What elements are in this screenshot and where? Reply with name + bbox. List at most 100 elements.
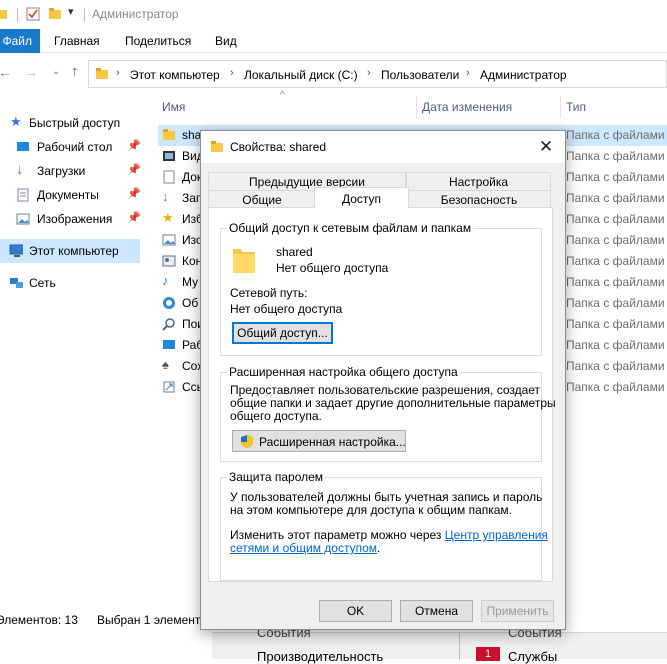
pin-icon[interactable]: 📌 (127, 163, 141, 176)
download-icon: ↓ (16, 161, 24, 178)
dialog-titlebar[interactable]: Свойства: shared ✕ (201, 131, 565, 163)
links-icon (163, 381, 175, 393)
network-sharing-group: Общий доступ к сетевым файлам и папкам s… (220, 221, 542, 356)
nav-item-downloads[interactable]: ↓ Загрузки 📌 (0, 159, 141, 183)
navigation-pane: ★ Быстрый доступ Рабочий стол 📌 ↓ Загруз… (0, 96, 150, 606)
documents-icon (17, 188, 29, 202)
dialog-title: Свойства: shared (230, 140, 327, 154)
advanced-desc-line: общего доступа. (230, 409, 322, 423)
column-type[interactable]: Тип (566, 100, 586, 114)
chevron-right-icon: › (116, 67, 120, 79)
nav-item-label: Сеть (29, 276, 56, 290)
video-icon (163, 151, 175, 161)
desktop-icon (163, 340, 175, 349)
network-icon (10, 278, 23, 288)
column-name[interactable]: Имя (162, 100, 185, 114)
tab-view[interactable]: Вид (215, 29, 237, 53)
item-count: Элементов: 13 (0, 613, 78, 627)
network-center-link[interactable]: Центр управления (445, 528, 548, 542)
chevron-right-icon: › (466, 67, 470, 79)
new-folder-icon[interactable] (48, 7, 62, 21)
file-type: Папка с файлами (566, 296, 665, 310)
nav-item-this-pc[interactable]: Этот компьютер (0, 239, 140, 263)
breadcrumb-admin[interactable]: Администратор (480, 68, 567, 82)
breadcrumb-users[interactable]: Пользователи (381, 68, 459, 82)
change-setting-text: сетями и общим доступом. (230, 541, 380, 555)
address-bar: ← → ⌄ ↑ › Этот компьютер › Локальный дис… (0, 58, 667, 90)
close-button[interactable]: ✕ (535, 137, 557, 157)
file-name: sha (182, 128, 202, 142)
advanced-desc-line: общие папки и задает другие дополнительн… (230, 396, 556, 410)
file-type: Папка с файлами (566, 128, 665, 142)
nav-item-label: Изображения (37, 212, 113, 226)
nav-item-desktop[interactable]: Рабочий стол 📌 (0, 135, 141, 159)
cancel-button[interactable]: Отмена (400, 600, 473, 622)
close-icon: ✕ (538, 137, 554, 156)
star-icon: ★ (10, 114, 22, 129)
share-button[interactable]: Общий доступ... (232, 322, 333, 344)
tab-sharing[interactable]: Доступ (314, 187, 409, 208)
uac-shield-icon (241, 435, 253, 448)
password-desc-line: на этом компьютере для доступа к общим п… (230, 503, 513, 517)
advanced-desc-line: Предоставляет пользовательские разрешени… (230, 383, 541, 397)
file-type: Папка с файлами (566, 380, 665, 394)
properties-dialog: Свойства: shared ✕ Предыдущие версии Нас… (200, 130, 566, 630)
network-center-link[interactable]: сетями и общим доступом (230, 541, 377, 555)
breadcrumb-disk[interactable]: Локальный диск (C:) (244, 68, 358, 82)
pin-icon[interactable]: 📌 (127, 211, 141, 224)
divider (84, 8, 85, 22)
explorer-titlebar: ▾ Администратор (0, 0, 667, 29)
folder-sharing-status: Нет общего доступа (276, 261, 389, 275)
documents-icon (163, 170, 175, 184)
pictures-icon (16, 213, 30, 225)
recent-dropdown-icon[interactable]: ⌄ (52, 66, 60, 77)
column-divider[interactable] (560, 96, 561, 118)
file-type: Папка с файлами (566, 170, 665, 184)
apply-button[interactable]: Применить (481, 600, 554, 622)
network-path-value: Нет общего доступа (230, 302, 343, 316)
file-type: Папка с файлами (566, 338, 665, 352)
file-type: Папка с файлами (566, 359, 665, 373)
window-title: Администратор (92, 7, 179, 21)
tab-security[interactable]: Безопасность (407, 190, 551, 208)
nav-item-network[interactable]: Сеть (0, 271, 140, 295)
pin-icon[interactable]: 📌 (127, 187, 141, 200)
nav-item-documents[interactable]: Документы 📌 (0, 183, 141, 207)
up-icon[interactable]: ↑ (71, 63, 79, 80)
file-name: Му (182, 275, 199, 289)
folder-icon (211, 141, 223, 152)
column-divider[interactable] (416, 96, 417, 118)
onedrive-icon (163, 297, 175, 309)
bg-item: Службы (508, 649, 558, 664)
tab-share[interactable]: Поделиться (125, 29, 191, 53)
tab-file[interactable]: Файл (0, 29, 40, 53)
forward-icon[interactable]: → (24, 64, 38, 80)
background-window: События Производительность События 1 Слу… (212, 625, 667, 664)
address-input[interactable]: › Этот компьютер › Локальный диск (C:) ›… (88, 60, 667, 88)
folder-icon (163, 129, 175, 140)
tab-home[interactable]: Главная (54, 29, 100, 53)
change-setting-suffix: . (377, 541, 381, 555)
contacts-icon (162, 255, 176, 267)
change-setting-prefix: Изменить этот параметр можно через (230, 528, 445, 542)
advanced-sharing-button[interactable]: Расширенная настройка... (232, 430, 406, 452)
ok-button[interactable]: OK (319, 600, 392, 622)
nav-item-pictures[interactable]: Изображения 📌 (0, 207, 141, 231)
file-type: Папка с файлами (566, 275, 665, 289)
desktop-icon (17, 142, 29, 151)
group-title: Расширенная настройка общего доступа (227, 365, 460, 379)
selected-count: Выбран 1 элемент (97, 613, 201, 627)
back-icon[interactable]: ← (0, 64, 12, 80)
qat-dropdown-icon[interactable]: ▾ (68, 5, 74, 18)
tab-customize[interactable]: Настройка (406, 172, 551, 190)
saved-games-icon: ♠ (162, 357, 169, 372)
nav-item-quick-access[interactable]: ★ Быстрый доступ (0, 111, 140, 135)
column-date[interactable]: Дата изменения (422, 100, 512, 114)
file-type: Папка с файлами (566, 191, 665, 205)
nav-item-label: Быстрый доступ (29, 116, 121, 130)
pin-icon[interactable]: 📌 (127, 139, 141, 152)
divider (17, 8, 18, 22)
breadcrumb-computer[interactable]: Этот компьютер (130, 68, 220, 82)
tab-general[interactable]: Общие (208, 190, 316, 208)
properties-icon[interactable] (26, 7, 40, 21)
